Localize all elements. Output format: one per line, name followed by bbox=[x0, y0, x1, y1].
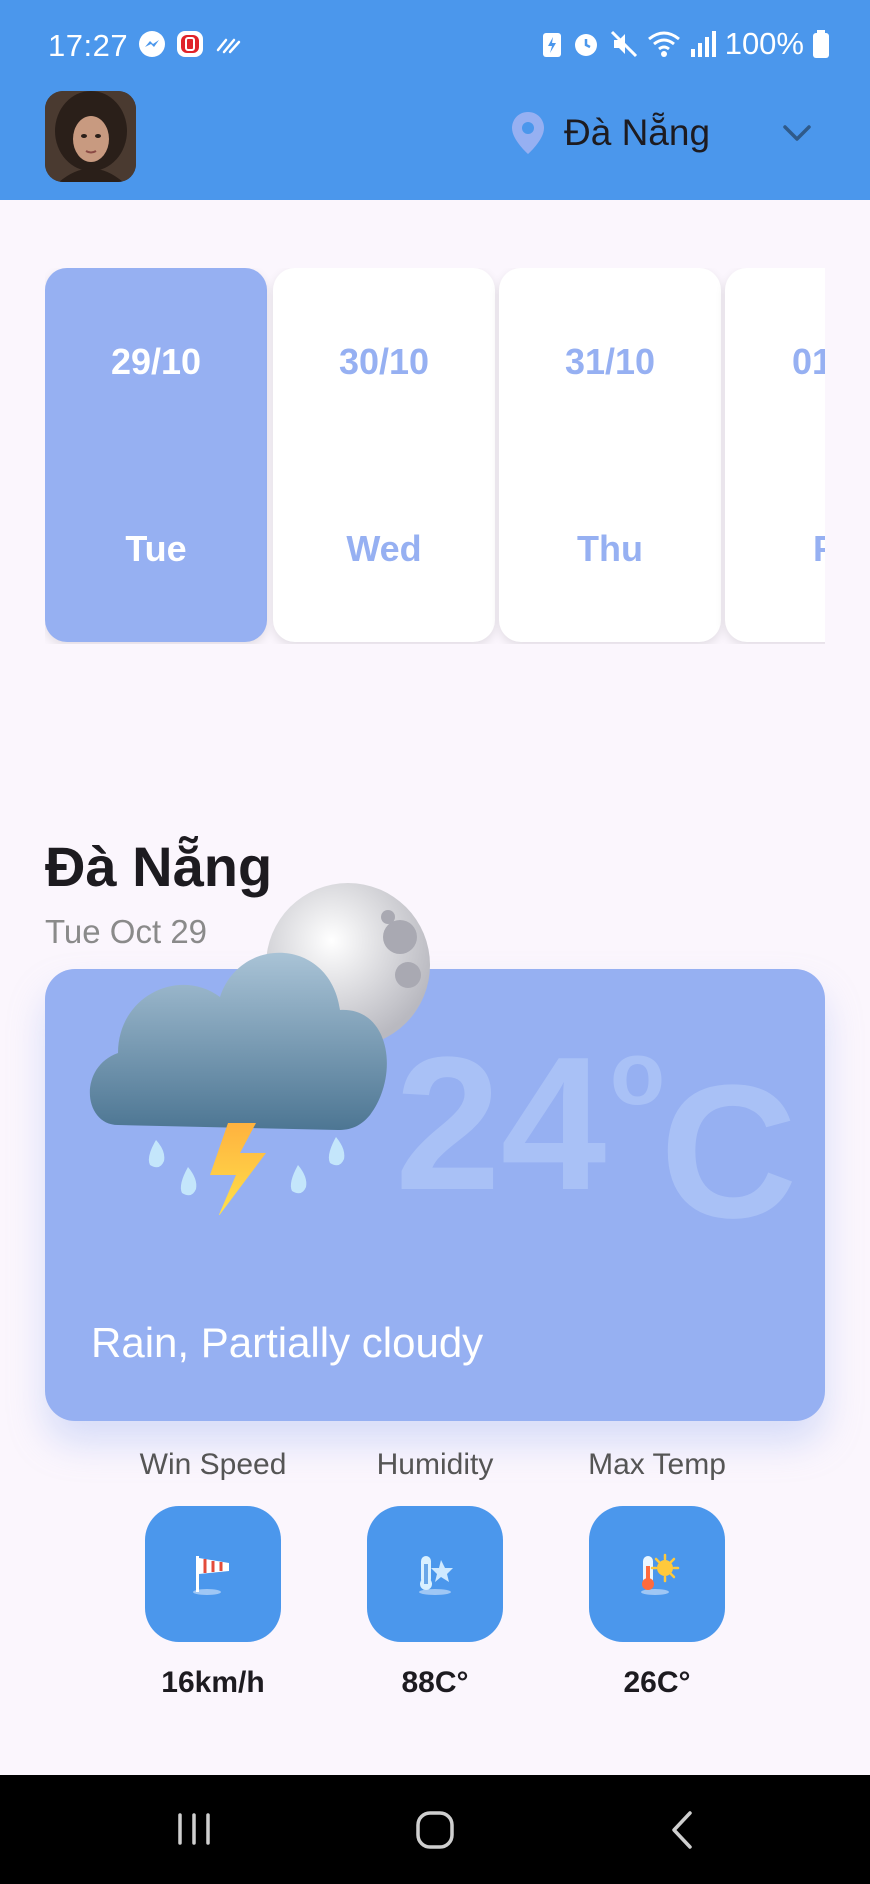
app-notification-icon bbox=[177, 31, 203, 57]
stat-value: 16km/h bbox=[161, 1666, 265, 1699]
location-selector[interactable]: Đà Nẵng bbox=[510, 110, 710, 156]
user-avatar[interactable] bbox=[45, 91, 136, 182]
status-time: 17:27 bbox=[48, 28, 129, 63]
system-status-icons: 100% bbox=[541, 26, 830, 62]
day-card-thu[interactable]: 31/10 Thu bbox=[499, 268, 721, 642]
day-card-fri[interactable]: 01/11 Fri bbox=[725, 268, 825, 642]
back-button[interactable] bbox=[664, 1809, 700, 1851]
weather-condition: Rain, Partially cloudy bbox=[91, 1319, 484, 1366]
day-name: Tue bbox=[125, 528, 187, 569]
stat-icon-box[interactable] bbox=[589, 1506, 725, 1642]
day-name: Wed bbox=[346, 528, 422, 569]
thunderstorm-night-icon bbox=[89, 883, 430, 1215]
data-activity-icon bbox=[216, 38, 241, 54]
windsock-icon bbox=[193, 1556, 229, 1595]
wifi-icon bbox=[647, 31, 680, 57]
humidity-thermometer-icon bbox=[419, 1556, 453, 1595]
system-nav-bar bbox=[0, 1775, 870, 1884]
messenger-icon bbox=[139, 31, 165, 57]
app-header: 17:27 100% Đà Nẵng bbox=[0, 0, 870, 200]
battery-icon bbox=[813, 30, 829, 58]
day-date: 30/10 bbox=[338, 341, 430, 382]
day-card-tue[interactable]: 29/10 Tue bbox=[45, 268, 267, 642]
alarm-icon bbox=[574, 34, 597, 56]
degree-symbol: o bbox=[610, 1024, 665, 1124]
stat-label: Humidity bbox=[376, 1448, 494, 1481]
notification-icons bbox=[138, 30, 242, 58]
day-name: Fri bbox=[812, 528, 825, 569]
stat-value: 26C° bbox=[623, 1666, 691, 1699]
stat-value: 88C° bbox=[401, 1666, 469, 1699]
temperature-unit: C bbox=[660, 1046, 798, 1258]
day-selector: 29/10 Tue 30/10 Wed 31/10 Thu 01/11 Fri bbox=[45, 268, 825, 644]
hot-thermometer-icon bbox=[641, 1553, 680, 1595]
battery-percent: 100% bbox=[724, 26, 804, 61]
day-card-wed[interactable]: 30/10 Wed bbox=[273, 268, 495, 642]
stat-label: Win Speed bbox=[139, 1448, 287, 1481]
stat-label: Max Temp bbox=[588, 1448, 726, 1481]
mute-icon bbox=[610, 30, 637, 58]
chevron-down-icon[interactable] bbox=[781, 122, 813, 144]
recent-apps-button[interactable] bbox=[174, 1809, 214, 1849]
location-pin-icon bbox=[512, 112, 544, 154]
stat-max-temp: Max Temp 26C° bbox=[567, 1448, 747, 1700]
day-date: 29/10 bbox=[110, 341, 202, 382]
stat-icon-box[interactable] bbox=[367, 1506, 503, 1642]
location-name: Đà Nẵng bbox=[564, 112, 711, 153]
day-date: 31/10 bbox=[564, 341, 656, 382]
signal-icon bbox=[690, 31, 716, 57]
stat-icon-box[interactable] bbox=[145, 1506, 281, 1642]
stat-wind-speed: Win Speed 16km/h bbox=[123, 1448, 303, 1700]
day-name: Thu bbox=[577, 528, 643, 569]
stat-humidity: Humidity 88C° bbox=[345, 1448, 525, 1700]
home-button[interactable] bbox=[414, 1809, 456, 1851]
day-date: 01/11 bbox=[791, 341, 825, 382]
battery-saver-icon bbox=[542, 33, 561, 57]
status-bar: 17:27 100% bbox=[0, 0, 870, 92]
